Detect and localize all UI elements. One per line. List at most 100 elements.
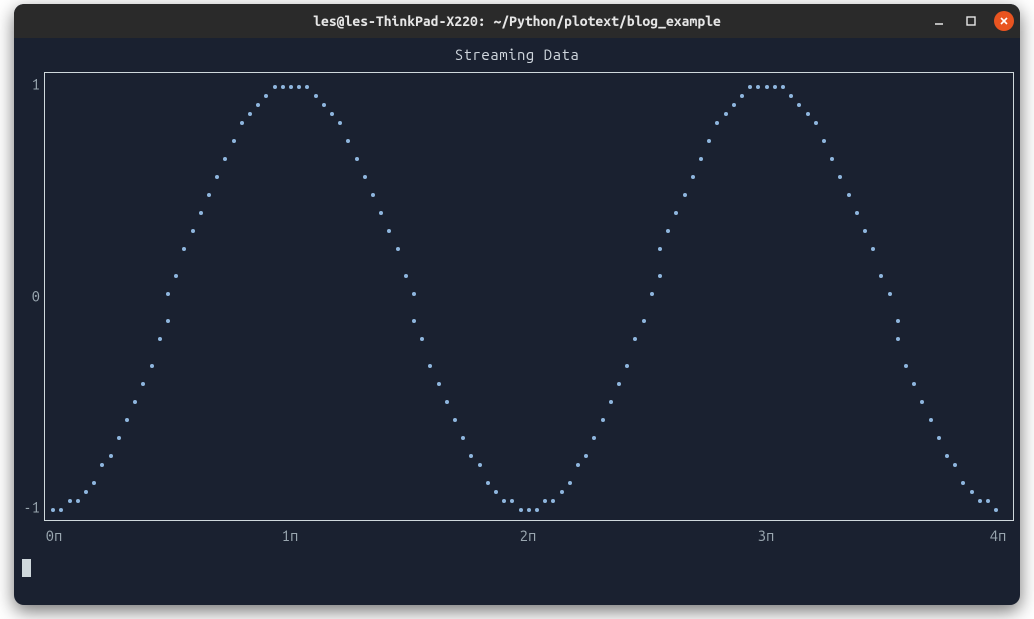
data-point [732, 103, 736, 107]
data-point [289, 85, 293, 89]
data-point [59, 508, 63, 512]
data-point [502, 499, 506, 503]
data-point [232, 139, 236, 143]
data-point [765, 85, 769, 89]
x-tick-label: 2π [520, 527, 537, 544]
plot-title: Streaming Data [14, 38, 1020, 63]
data-point [789, 94, 793, 98]
plot-frame [44, 72, 1014, 521]
data-point [240, 121, 244, 125]
data-point [158, 337, 162, 341]
data-point [674, 211, 678, 215]
data-point [625, 364, 629, 368]
data-point [256, 103, 260, 107]
data-point [929, 418, 933, 422]
data-point [92, 481, 96, 485]
data-point [576, 463, 580, 467]
data-point [543, 499, 547, 503]
data-point [978, 499, 982, 503]
window-title: les@les-ThinkPad-X220: ~/Python/plotext/… [313, 13, 721, 29]
data-point [535, 508, 539, 512]
data-point [994, 508, 998, 512]
data-point [469, 454, 473, 458]
plot-region: -101 0π1π2π3π4π [18, 72, 1016, 521]
data-point [920, 400, 924, 404]
plot-area [45, 73, 1013, 520]
data-point [748, 85, 752, 89]
x-tick-label: 4π [990, 527, 1007, 544]
data-point [986, 499, 990, 503]
data-point [141, 382, 145, 386]
data-point [461, 436, 465, 440]
data-point [773, 85, 777, 89]
data-point [658, 247, 662, 251]
data-point [724, 112, 728, 116]
data-point [182, 247, 186, 251]
data-point [346, 139, 350, 143]
maximize-button[interactable] [962, 12, 980, 30]
data-point [896, 319, 900, 323]
data-point [551, 499, 555, 503]
data-point [494, 490, 498, 494]
data-point [248, 112, 252, 116]
data-point [756, 85, 760, 89]
data-point [592, 436, 596, 440]
data-point [822, 139, 826, 143]
data-point [363, 175, 367, 179]
data-point [76, 499, 80, 503]
data-point [617, 382, 621, 386]
data-point [68, 499, 72, 503]
data-point [51, 508, 55, 512]
window-titlebar[interactable]: les@les-ThinkPad-X220: ~/Python/plotext/… [14, 4, 1020, 38]
data-point [584, 454, 588, 458]
data-point [150, 364, 154, 368]
minimize-button[interactable] [930, 12, 948, 30]
data-point [691, 175, 695, 179]
data-point [125, 418, 129, 422]
data-point [412, 292, 416, 296]
x-tick-label: 3π [758, 527, 775, 544]
data-point [683, 193, 687, 197]
data-point [166, 319, 170, 323]
data-point [527, 508, 531, 512]
data-point [100, 463, 104, 467]
data-point [297, 85, 301, 89]
data-point [650, 292, 654, 296]
data-point [437, 382, 441, 386]
data-point [330, 112, 334, 116]
y-tick-label: 0 [32, 287, 40, 304]
data-point [609, 400, 613, 404]
terminal-cursor-icon [22, 559, 31, 577]
data-point [338, 121, 342, 125]
terminal-window: les@les-ThinkPad-X220: ~/Python/plotext/… [14, 4, 1020, 605]
data-point [830, 157, 834, 161]
data-point [888, 292, 892, 296]
data-point [133, 400, 137, 404]
data-point [781, 85, 785, 89]
data-point [305, 85, 309, 89]
data-point [937, 436, 941, 440]
data-point [510, 499, 514, 503]
data-point [863, 229, 867, 233]
close-button[interactable] [994, 11, 1014, 31]
data-point [838, 175, 842, 179]
data-point [166, 292, 170, 296]
data-point [806, 112, 810, 116]
x-tick-label: 1π [282, 527, 299, 544]
data-point [896, 337, 900, 341]
data-point [314, 94, 318, 98]
data-point [486, 481, 490, 485]
data-point [658, 274, 662, 278]
data-point [191, 229, 195, 233]
data-point [642, 319, 646, 323]
window-controls [930, 4, 1014, 38]
data-point [601, 418, 605, 422]
data-point [404, 274, 408, 278]
data-point [912, 382, 916, 386]
data-point [420, 337, 424, 341]
data-point [174, 274, 178, 278]
data-point [904, 364, 908, 368]
y-axis-labels: -101 [18, 72, 44, 521]
data-point [633, 337, 637, 341]
data-point [273, 85, 277, 89]
